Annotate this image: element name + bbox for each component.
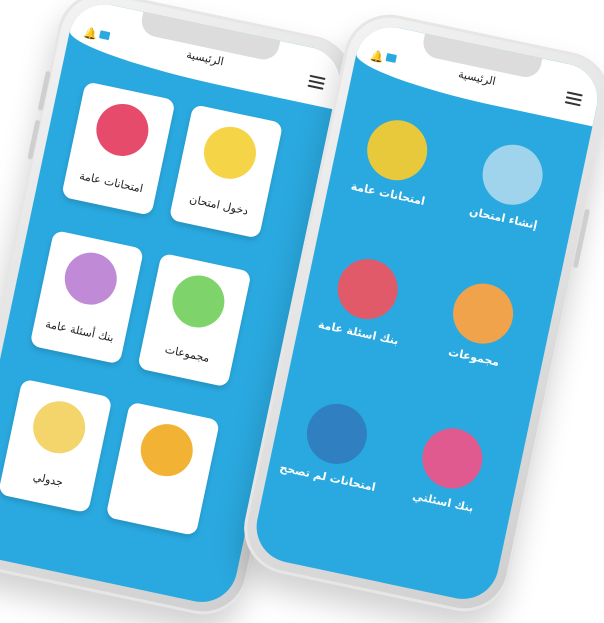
medal-icon bbox=[135, 419, 198, 482]
calendar-icon bbox=[28, 396, 91, 459]
question-marks-icon bbox=[361, 114, 433, 186]
card-groups[interactable]: مجموعات bbox=[137, 252, 252, 388]
card-medal[interactable] bbox=[105, 401, 221, 537]
qa-icon bbox=[416, 422, 488, 495]
header: 🔔 الرئيسية bbox=[351, 20, 604, 127]
question-list-icon bbox=[332, 253, 404, 325]
item-my-question-bank[interactable]: بنك اسئلتي bbox=[393, 419, 508, 519]
exam-paper-icon bbox=[91, 99, 154, 161]
item-groups[interactable]: مجموعات bbox=[424, 274, 539, 374]
whiteboard-icon bbox=[199, 121, 261, 184]
item-question-bank[interactable]: بنك اسئلة عامة bbox=[308, 249, 423, 349]
card-question-bank[interactable]: بنك أسئلة عامة bbox=[29, 229, 145, 365]
checklist-icon bbox=[301, 398, 373, 470]
group-icon bbox=[167, 270, 230, 333]
card-general-exams[interactable]: امتحانات عامة bbox=[61, 81, 176, 216]
create-exam-icon bbox=[477, 139, 549, 211]
card-enter-exam[interactable]: دخول امتحان bbox=[168, 104, 284, 239]
item-ungraded-exams[interactable]: امتحانات لم تصحح bbox=[277, 394, 392, 494]
item-general-exams[interactable]: امتحانات عامة bbox=[338, 111, 453, 211]
group-icon bbox=[447, 278, 519, 350]
card-my-schedule[interactable]: جدولي bbox=[0, 378, 113, 514]
item-create-exam[interactable]: إنشاء امتحان bbox=[453, 135, 568, 235]
question-list-icon bbox=[59, 247, 122, 310]
